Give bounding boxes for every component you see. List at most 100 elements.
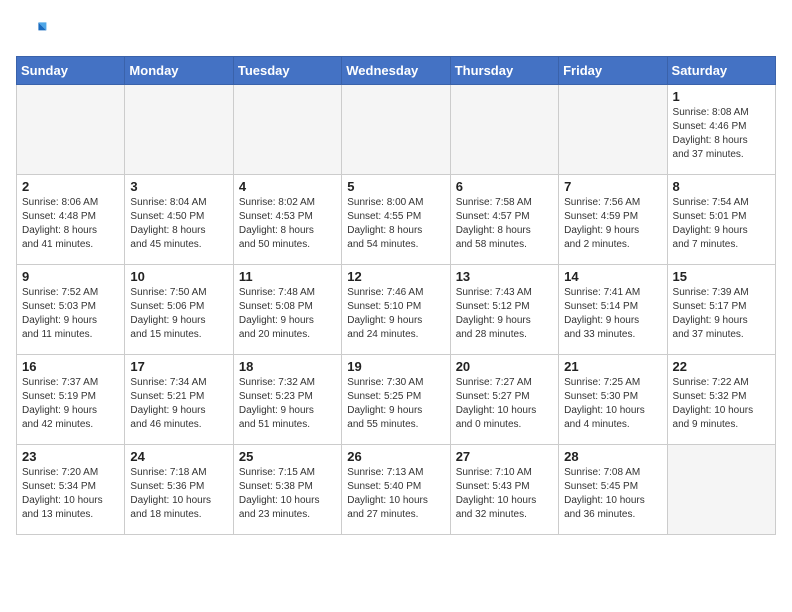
day-info: Sunrise: 7:27 AM Sunset: 5:27 PM Dayligh… (456, 376, 553, 432)
day-number: 4 (239, 179, 336, 194)
week-row-1: 1 Sunrise: 8:08 AM Sunset: 4:46 PM Daylig… (17, 85, 776, 175)
calendar-cell: 13Sunrise: 7:43 AM Sunset: 5:12 PM Dayli… (450, 265, 558, 355)
day-number: 7 (564, 179, 661, 194)
calendar-header-row: SundayMondayTuesdayWednesdayThursdayFrid… (17, 57, 776, 85)
day-info: Sunrise: 7:43 AM Sunset: 5:12 PM Dayligh… (456, 286, 553, 342)
day-number: 25 (239, 449, 336, 464)
logo (16, 16, 52, 48)
calendar-cell: 22 Sunrise: 7:22 AM Sunset: 5:32 PM Dayli… (667, 355, 775, 445)
day-number: 11 (239, 269, 336, 284)
day-info: Sunrise: 7:08 AM Sunset: 5:45 PM Dayligh… (564, 466, 661, 522)
calendar-cell: 25 Sunrise: 7:15 AM Sunset: 5:38 PM Dayli… (233, 445, 341, 535)
day-info: Sunrise: 7:10 AM Sunset: 5:43 PM Dayligh… (456, 466, 553, 522)
day-info: Sunrise: 7:13 AM Sunset: 5:40 PM Dayligh… (347, 466, 444, 522)
day-number: 24 (130, 449, 227, 464)
day-info: Sunrise: 8:02 AM Sunset: 4:53 PM Dayligh… (239, 196, 336, 252)
day-info: Sunrise: 7:20 AM Sunset: 5:34 PM Dayligh… (22, 466, 119, 522)
day-info: Sunrise: 8:06 AM Sunset: 4:48 PM Dayligh… (22, 196, 119, 252)
calendar-cell: 6 Sunrise: 7:58 AM Sunset: 4:57 PM Daylig… (450, 175, 558, 265)
day-number: 28 (564, 449, 661, 464)
calendar-cell: 19 Sunrise: 7:30 AM Sunset: 5:25 PM Dayli… (342, 355, 450, 445)
calendar-cell: 16 Sunrise: 7:37 AM Sunset: 5:19 PM Dayli… (17, 355, 125, 445)
day-info: Sunrise: 7:22 AM Sunset: 5:32 PM Dayligh… (673, 376, 770, 432)
calendar-cell: 9 Sunrise: 7:52 AM Sunset: 5:03 PM Daylig… (17, 265, 125, 355)
day-number: 17 (130, 359, 227, 374)
day-info: Sunrise: 8:04 AM Sunset: 4:50 PM Dayligh… (130, 196, 227, 252)
weekday-header-monday: Monday (125, 57, 233, 85)
calendar-cell: 28 Sunrise: 7:08 AM Sunset: 5:45 PM Dayli… (559, 445, 667, 535)
day-number: 3 (130, 179, 227, 194)
day-number: 1 (673, 89, 770, 104)
calendar-cell: 8Sunrise: 7:54 AM Sunset: 5:01 PM Daylig… (667, 175, 775, 265)
day-number: 14 (564, 269, 661, 284)
weekday-header-saturday: Saturday (667, 57, 775, 85)
week-row-3: 9 Sunrise: 7:52 AM Sunset: 5:03 PM Daylig… (17, 265, 776, 355)
calendar-cell: 5 Sunrise: 8:00 AM Sunset: 4:55 PM Daylig… (342, 175, 450, 265)
calendar-cell: 10 Sunrise: 7:50 AM Sunset: 5:06 PM Dayli… (125, 265, 233, 355)
calendar-cell: 26 Sunrise: 7:13 AM Sunset: 5:40 PM Dayli… (342, 445, 450, 535)
day-info: Sunrise: 7:58 AM Sunset: 4:57 PM Dayligh… (456, 196, 553, 252)
day-number: 2 (22, 179, 119, 194)
day-number: 16 (22, 359, 119, 374)
day-info: Sunrise: 7:54 AM Sunset: 5:01 PM Dayligh… (673, 196, 770, 252)
day-number: 12 (347, 269, 444, 284)
calendar-cell: 14 Sunrise: 7:41 AM Sunset: 5:14 PM Dayli… (559, 265, 667, 355)
calendar-cell: 24Sunrise: 7:18 AM Sunset: 5:36 PM Dayli… (125, 445, 233, 535)
day-number: 18 (239, 359, 336, 374)
day-info: Sunrise: 7:48 AM Sunset: 5:08 PM Dayligh… (239, 286, 336, 342)
day-info: Sunrise: 8:08 AM Sunset: 4:46 PM Dayligh… (673, 106, 770, 162)
day-number: 10 (130, 269, 227, 284)
week-row-5: 23 Sunrise: 7:20 AM Sunset: 5:34 PM Dayli… (17, 445, 776, 535)
day-info: Sunrise: 7:50 AM Sunset: 5:06 PM Dayligh… (130, 286, 227, 342)
day-info: Sunrise: 7:34 AM Sunset: 5:21 PM Dayligh… (130, 376, 227, 432)
day-number: 22 (673, 359, 770, 374)
weekday-header-tuesday: Tuesday (233, 57, 341, 85)
day-number: 5 (347, 179, 444, 194)
week-row-2: 2 Sunrise: 8:06 AM Sunset: 4:48 PM Daylig… (17, 175, 776, 265)
day-info: Sunrise: 7:30 AM Sunset: 5:25 PM Dayligh… (347, 376, 444, 432)
calendar-cell: 1 Sunrise: 8:08 AM Sunset: 4:46 PM Daylig… (667, 85, 775, 175)
day-info: Sunrise: 7:15 AM Sunset: 5:38 PM Dayligh… (239, 466, 336, 522)
calendar-cell (233, 85, 341, 175)
day-number: 26 (347, 449, 444, 464)
weekday-header-wednesday: Wednesday (342, 57, 450, 85)
day-number: 15 (673, 269, 770, 284)
calendar-cell: 15 Sunrise: 7:39 AM Sunset: 5:17 PM Dayli… (667, 265, 775, 355)
calendar-cell: 11 Sunrise: 7:48 AM Sunset: 5:08 PM Dayli… (233, 265, 341, 355)
weekday-header-thursday: Thursday (450, 57, 558, 85)
day-info: Sunrise: 7:41 AM Sunset: 5:14 PM Dayligh… (564, 286, 661, 342)
calendar-cell: 18 Sunrise: 7:32 AM Sunset: 5:23 PM Dayli… (233, 355, 341, 445)
calendar-cell: 23 Sunrise: 7:20 AM Sunset: 5:34 PM Dayli… (17, 445, 125, 535)
calendar-cell: 4 Sunrise: 8:02 AM Sunset: 4:53 PM Daylig… (233, 175, 341, 265)
day-number: 23 (22, 449, 119, 464)
day-info: Sunrise: 7:37 AM Sunset: 5:19 PM Dayligh… (22, 376, 119, 432)
calendar-cell: 12 Sunrise: 7:46 AM Sunset: 5:10 PM Dayli… (342, 265, 450, 355)
calendar-cell (667, 445, 775, 535)
day-number: 6 (456, 179, 553, 194)
calendar-table: SundayMondayTuesdayWednesdayThursdayFrid… (16, 56, 776, 535)
day-info: Sunrise: 7:39 AM Sunset: 5:17 PM Dayligh… (673, 286, 770, 342)
day-number: 27 (456, 449, 553, 464)
logo-icon (16, 16, 48, 48)
week-row-4: 16 Sunrise: 7:37 AM Sunset: 5:19 PM Dayli… (17, 355, 776, 445)
weekday-header-sunday: Sunday (17, 57, 125, 85)
calendar-cell: 20Sunrise: 7:27 AM Sunset: 5:27 PM Dayli… (450, 355, 558, 445)
day-number: 9 (22, 269, 119, 284)
day-number: 21 (564, 359, 661, 374)
calendar-cell (342, 85, 450, 175)
calendar-cell: 2 Sunrise: 8:06 AM Sunset: 4:48 PM Daylig… (17, 175, 125, 265)
calendar-cell: 21 Sunrise: 7:25 AM Sunset: 5:30 PM Dayli… (559, 355, 667, 445)
calendar-cell (125, 85, 233, 175)
day-info: Sunrise: 8:00 AM Sunset: 4:55 PM Dayligh… (347, 196, 444, 252)
day-info: Sunrise: 7:52 AM Sunset: 5:03 PM Dayligh… (22, 286, 119, 342)
calendar-cell: 7 Sunrise: 7:56 AM Sunset: 4:59 PM Daylig… (559, 175, 667, 265)
calendar-cell: 27 Sunrise: 7:10 AM Sunset: 5:43 PM Dayli… (450, 445, 558, 535)
day-info: Sunrise: 7:32 AM Sunset: 5:23 PM Dayligh… (239, 376, 336, 432)
day-info: Sunrise: 7:25 AM Sunset: 5:30 PM Dayligh… (564, 376, 661, 432)
calendar-cell (17, 85, 125, 175)
day-number: 19 (347, 359, 444, 374)
calendar-cell (559, 85, 667, 175)
day-info: Sunrise: 7:56 AM Sunset: 4:59 PM Dayligh… (564, 196, 661, 252)
day-info: Sunrise: 7:46 AM Sunset: 5:10 PM Dayligh… (347, 286, 444, 342)
calendar-cell: 3 Sunrise: 8:04 AM Sunset: 4:50 PM Daylig… (125, 175, 233, 265)
